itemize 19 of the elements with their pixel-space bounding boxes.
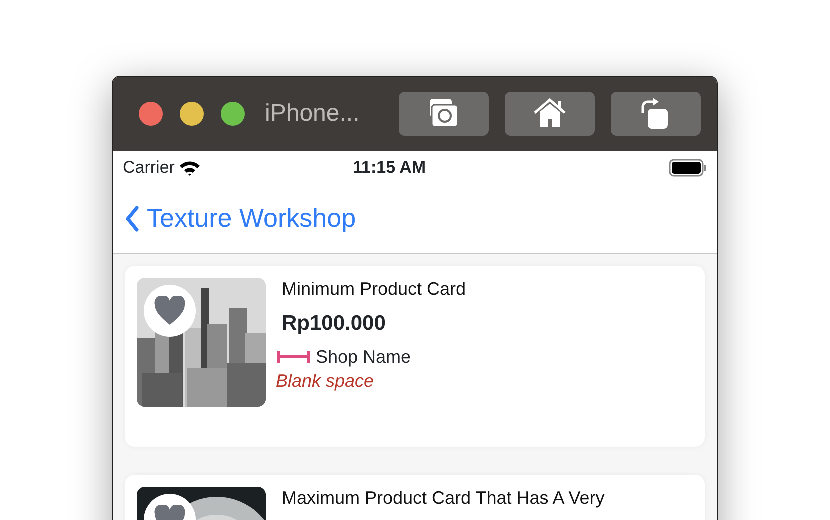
screenshot-button[interactable] (399, 92, 489, 136)
rotate-button[interactable] (611, 92, 701, 136)
chevron-left-icon (125, 206, 139, 232)
blank-space-label: Blank space (276, 370, 376, 390)
shop-name: Shop Name (316, 346, 412, 369)
home-button[interactable] (505, 92, 595, 136)
product-name: Minimum Product Card (282, 278, 466, 300)
window-title: iPhone... (265, 99, 360, 129)
carrier-label: Carrier (123, 156, 175, 179)
product-name: Maximum Product Card That Has A Very (282, 487, 605, 509)
product-price: Rp100.000 (282, 311, 387, 337)
heart-icon (154, 296, 186, 326)
status-time: 11:15 AM (353, 156, 426, 179)
zoom-button[interactable] (221, 102, 245, 126)
close-button[interactable] (139, 102, 163, 126)
spacing-icon (276, 350, 312, 364)
wifi-icon (178, 160, 201, 176)
battery-icon (669, 158, 707, 176)
minimize-button[interactable] (180, 102, 204, 126)
